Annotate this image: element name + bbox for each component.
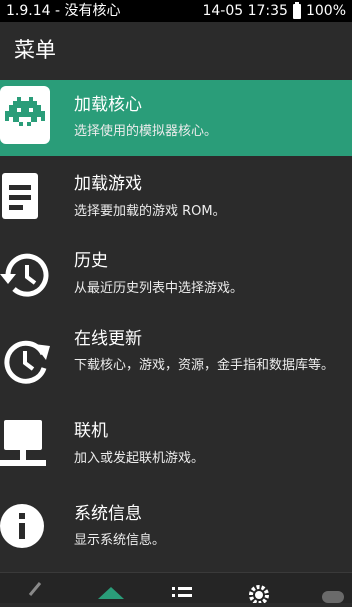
menu-item-netplay[interactable]: 联机 加入或发起联机游戏。 (0, 410, 352, 490)
info-icon (0, 500, 56, 556)
menu-item-online-updater[interactable]: 在线更新 下载核心，游戏，资源，金手指和数据库等。 (0, 316, 352, 410)
menu-item-system-info[interactable]: 系统信息 显示系统信息。 (0, 490, 352, 566)
status-bar: 1.9.14 - 没有核心 14-05 17:35 100% (0, 0, 352, 22)
battery-icon (292, 1, 301, 19)
menu-item-subtitle: 显示系统信息。 (74, 533, 166, 548)
file-icon (0, 171, 56, 227)
menu-item-title: 联机 (74, 421, 108, 441)
network-icon (0, 418, 56, 474)
status-app-version: 1.9.14 - 没有核心 (6, 3, 121, 19)
list-icon[interactable] (168, 577, 198, 603)
menu-item-title: 在线更新 (74, 329, 142, 349)
battery-level: 100% (305, 3, 346, 19)
update-icon (0, 334, 56, 390)
menu-item-subtitle: 从最近历史列表中选择游戏。 (74, 281, 244, 296)
status-clock: 14-05 17:35 (202, 3, 288, 19)
main-menu: 加载核心 选择使用的模拟器核心。 加载游戏 选择要加载的游戏 ROM。 历史 从… (0, 80, 352, 566)
history-icon (0, 248, 56, 304)
menu-item-title: 加载游戏 (74, 174, 142, 194)
menu-item-subtitle: 选择要加载的游戏 ROM。 (74, 204, 226, 219)
page-title: 菜单 (14, 38, 56, 62)
menu-item-load-game[interactable]: 加载游戏 选择要加载的游戏 ROM。 (0, 156, 352, 236)
back-icon[interactable] (20, 577, 50, 603)
menu-item-title: 系统信息 (74, 504, 142, 524)
menu-item-load-core[interactable]: 加载核心 选择使用的模拟器核心。 (0, 80, 352, 156)
settings-icon[interactable] (244, 577, 274, 605)
menu-item-title: 历史 (74, 251, 108, 271)
home-icon[interactable] (96, 577, 126, 603)
bottom-tab-bar (0, 572, 352, 605)
menu-item-subtitle: 选择使用的模拟器核心。 (74, 124, 218, 139)
menu-item-subtitle: 下载核心，游戏，资源，金手指和数据库等。 (74, 358, 335, 373)
status-right-group: 14-05 17:35 100% (202, 0, 346, 22)
menu-item-title: 加载核心 (74, 95, 142, 115)
menu-item-history[interactable]: 历史 从最近历史列表中选择游戏。 (0, 236, 352, 316)
gamepad-icon[interactable] (318, 577, 348, 603)
menu-item-subtitle: 加入或发起联机游戏。 (74, 451, 205, 466)
space-invader-icon (0, 84, 56, 144)
app-bar: 菜单 (0, 22, 352, 78)
